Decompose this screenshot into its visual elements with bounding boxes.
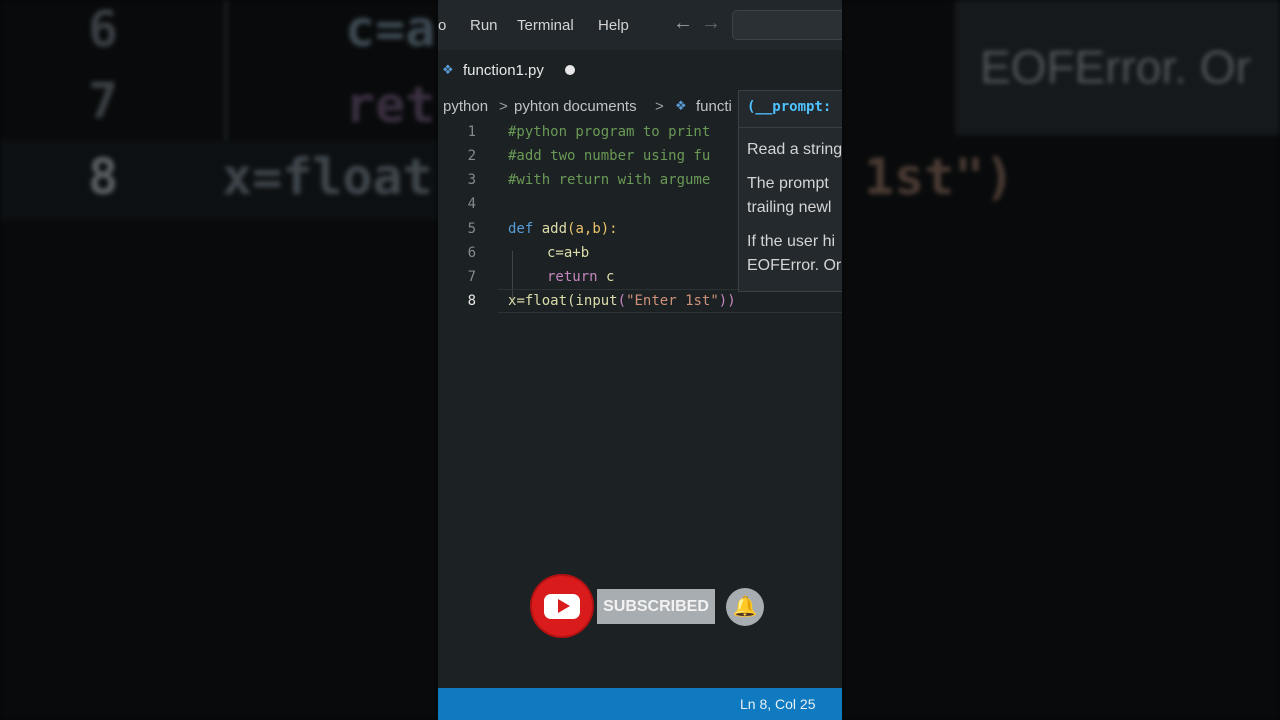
hover-tooltip[interactable]: (__prompt: Read a string The prompt trai… bbox=[738, 90, 842, 292]
subscribed-button[interactable]: SUBSCRIBED bbox=[597, 589, 715, 624]
code-line[interactable]: def add(a,b): bbox=[508, 221, 618, 237]
hover-doc-line: trailing newl bbox=[747, 199, 832, 216]
background-code: x=float bbox=[222, 148, 433, 206]
tab-bar: ❖ function1.py bbox=[438, 50, 842, 90]
python-file-icon: ❖ bbox=[442, 62, 454, 77]
chevron-right-icon: > bbox=[499, 98, 508, 115]
line-number: 5 bbox=[467, 221, 476, 237]
code-line[interactable]: #with return with argume bbox=[508, 172, 710, 188]
line-number: 6 bbox=[467, 245, 476, 261]
code-keyword: return bbox=[547, 269, 598, 285]
code-line[interactable]: #add two number using fu bbox=[508, 148, 710, 164]
menu-bar: o Run Terminal Help ← → bbox=[438, 0, 842, 50]
hover-doc-line: If the user hi bbox=[747, 233, 836, 250]
line-number: 3 bbox=[467, 172, 476, 188]
subscribe-overlay: SUBSCRIBED 🔔 bbox=[532, 576, 766, 638]
chevron-right-icon: > bbox=[655, 98, 664, 115]
code-line-active[interactable]: x=float(input("Enter 1st")) bbox=[508, 293, 736, 309]
code-line[interactable]: return c bbox=[547, 269, 614, 285]
breadcrumb-item[interactable]: python bbox=[443, 98, 488, 115]
background-code: c=a bbox=[345, 0, 436, 58]
menu-item-run[interactable]: Run bbox=[470, 17, 498, 34]
background-indent-guide bbox=[225, 0, 227, 140]
menu-item-terminal[interactable]: Terminal bbox=[517, 17, 574, 34]
code-paren: )) bbox=[718, 293, 736, 309]
background-line-number: 8 bbox=[88, 148, 119, 206]
code-function-name: float bbox=[524, 293, 568, 309]
hover-doc-line: EOFError. Or bbox=[747, 257, 842, 274]
code-params: (a,b): bbox=[567, 221, 618, 237]
background-tooltip-text: EOFError. Or bbox=[980, 41, 1251, 93]
menu-item-go[interactable]: o bbox=[438, 17, 446, 34]
hover-divider bbox=[739, 127, 842, 128]
tab-function1-py[interactable]: ❖ function1.py bbox=[438, 50, 588, 90]
cursor-position[interactable]: Ln 8, Col 25 bbox=[740, 696, 816, 712]
code-statement: c=a+b bbox=[547, 245, 590, 261]
arrow-left-icon[interactable]: ← bbox=[673, 12, 693, 35]
line-number-active: 8 bbox=[467, 293, 476, 309]
command-center-search[interactable] bbox=[732, 10, 842, 40]
background-line-number: 6 bbox=[88, 0, 119, 58]
background-code: ret bbox=[345, 76, 436, 134]
code-line[interactable]: c=a+b bbox=[547, 245, 589, 261]
unsaved-dot-icon[interactable] bbox=[565, 65, 575, 75]
hover-doc-line: The prompt bbox=[747, 175, 829, 192]
breadcrumb-item[interactable]: functi bbox=[696, 98, 732, 115]
menu-item-help[interactable]: Help bbox=[598, 17, 629, 34]
python-file-icon: ❖ bbox=[675, 98, 687, 113]
background-right-panel: EOFError. Or 1st") bbox=[842, 0, 1280, 720]
code-paren: ( bbox=[617, 293, 627, 309]
code-function-name: input bbox=[575, 293, 618, 309]
line-number: 7 bbox=[467, 269, 476, 285]
hover-signature: (__prompt: bbox=[747, 99, 832, 115]
breadcrumb-item[interactable]: pyhton documents bbox=[514, 98, 637, 115]
tab-label: function1.py bbox=[463, 62, 544, 79]
code-comment: #add two number using fu bbox=[508, 148, 711, 164]
background-left-panel: 6 7 8 c=a ret x=float bbox=[0, 0, 438, 720]
status-bar: Ln 8, Col 25 bbox=[438, 688, 842, 720]
code-keyword: def bbox=[508, 221, 534, 237]
code-comment: #python program to print bbox=[508, 124, 711, 140]
bell-icon[interactable]: 🔔 bbox=[726, 588, 764, 626]
line-number: 1 bbox=[467, 124, 476, 140]
hover-doc-line: Read a string bbox=[747, 141, 842, 158]
code-line[interactable]: #python program to print bbox=[508, 124, 710, 140]
code-identifier: c bbox=[597, 269, 615, 285]
line-number: 2 bbox=[467, 148, 476, 164]
background-code: 1st") bbox=[864, 148, 1015, 206]
play-icon bbox=[558, 599, 570, 613]
youtube-icon[interactable] bbox=[532, 576, 592, 636]
code-string: "Enter 1st" bbox=[626, 293, 719, 309]
background-line-number: 7 bbox=[88, 72, 119, 130]
code-operator: = bbox=[516, 293, 525, 309]
code-function-name: add bbox=[541, 221, 568, 237]
code-comment: #with return with argume bbox=[508, 172, 711, 188]
arrow-right-icon[interactable]: → bbox=[701, 12, 721, 35]
line-number: 4 bbox=[467, 196, 476, 212]
vscode-window: o Run Terminal Help ← → ❖ function1.py p… bbox=[438, 0, 842, 720]
